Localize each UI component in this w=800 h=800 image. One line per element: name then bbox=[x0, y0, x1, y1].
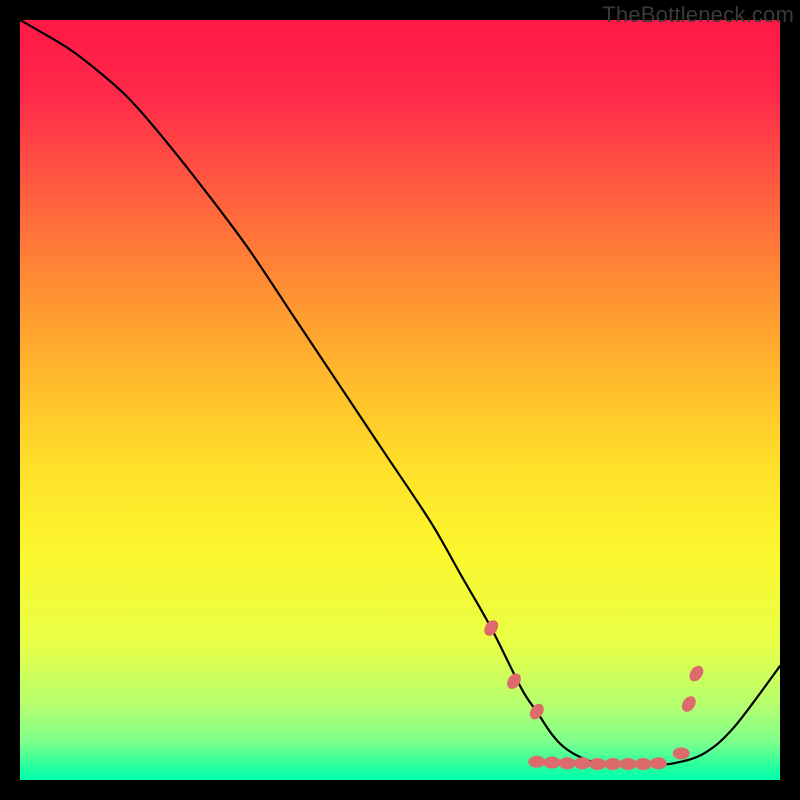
data-marker bbox=[482, 618, 500, 637]
data-marker bbox=[687, 664, 705, 683]
data-marker bbox=[650, 758, 666, 769]
data-marker bbox=[590, 759, 606, 770]
markers-group bbox=[482, 618, 705, 769]
data-marker bbox=[605, 759, 621, 770]
curve-line bbox=[20, 20, 780, 765]
data-marker bbox=[574, 758, 590, 769]
data-marker bbox=[528, 702, 546, 721]
plot-area bbox=[20, 20, 780, 780]
data-marker bbox=[680, 694, 698, 713]
data-marker bbox=[529, 756, 545, 767]
data-marker bbox=[620, 759, 636, 770]
data-marker bbox=[544, 757, 560, 768]
watermark-text: TheBottleneck.com bbox=[602, 2, 794, 28]
data-marker bbox=[559, 758, 575, 769]
chart-container: TheBottleneck.com bbox=[0, 0, 800, 800]
data-marker bbox=[673, 748, 689, 759]
chart-svg bbox=[20, 20, 780, 780]
data-marker bbox=[635, 759, 651, 770]
